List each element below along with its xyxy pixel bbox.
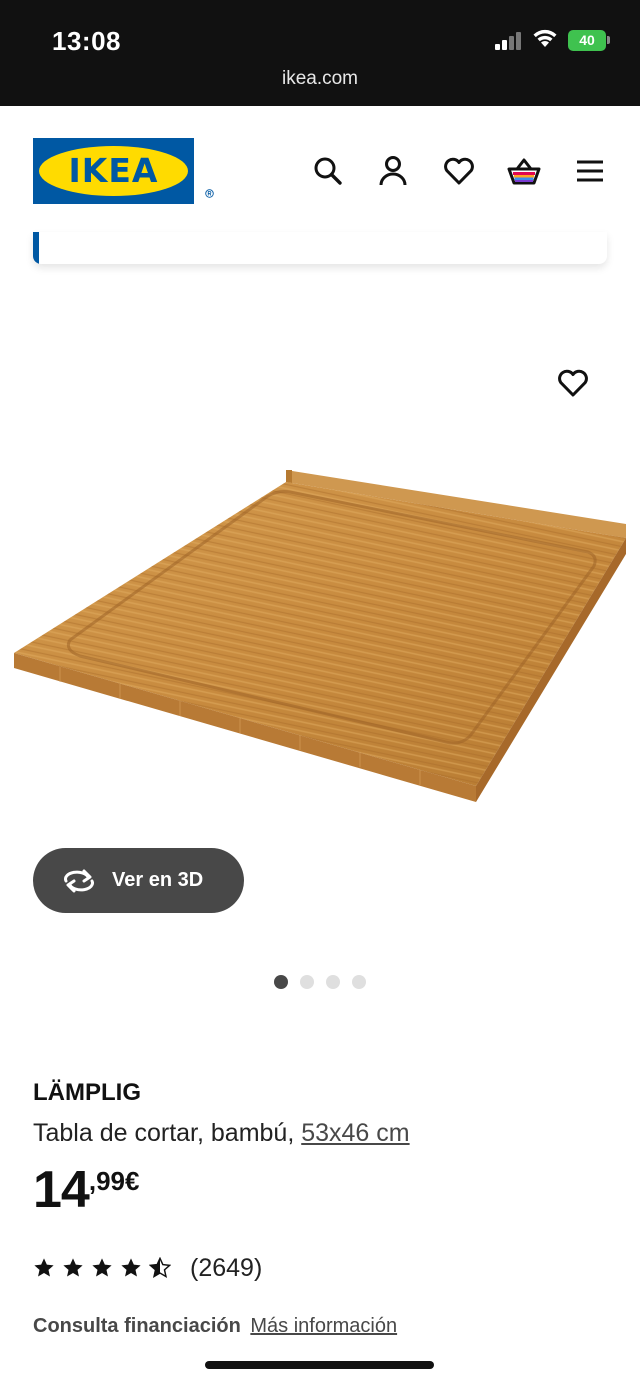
add-to-favorites-icon[interactable] — [556, 366, 590, 400]
carousel-pagination — [274, 975, 366, 989]
star-half-icon — [149, 1257, 171, 1279]
home-indicator[interactable] — [205, 1361, 434, 1369]
cellular-signal-icon — [495, 32, 523, 50]
battery-level: 40 — [579, 32, 595, 48]
product-description: Tabla de cortar, bambú, 53x46 cm — [33, 1119, 410, 1148]
carousel-dot-2[interactable] — [300, 975, 314, 989]
star-full-icon — [63, 1258, 83, 1277]
star-full-icon — [92, 1258, 112, 1277]
ikea-logo[interactable]: IKEA — [33, 138, 214, 204]
product-type: Tabla de cortar, bambú, — [33, 1119, 302, 1147]
view-3d-button[interactable]: Ver en 3D — [33, 848, 244, 913]
carousel-dot-3[interactable] — [326, 975, 340, 989]
price-decimal: ,99€ — [88, 1166, 140, 1196]
review-count: (2649) — [190, 1253, 263, 1282]
status-bar: 13:08 40 ikea.com — [0, 0, 640, 106]
carousel-dot-4[interactable] — [352, 975, 366, 989]
star-full-icon — [34, 1258, 54, 1277]
search-icon[interactable] — [311, 154, 345, 188]
logo-text: IKEA — [68, 151, 159, 190]
url-bar[interactable]: ikea.com — [0, 68, 640, 90]
notice-accent-bar — [33, 232, 39, 264]
site-header: IKEA — [0, 106, 640, 236]
product-price: 14,99€ — [33, 1160, 139, 1220]
battery-icon: 40 — [568, 30, 606, 51]
wifi-icon — [533, 29, 557, 47]
star-full-icon — [121, 1258, 141, 1277]
registered-mark-icon — [205, 189, 214, 198]
carousel-dot-1[interactable] — [274, 975, 288, 989]
product-name: LÄMPLIG — [33, 1079, 141, 1106]
product-size-link[interactable]: 53x46 cm — [301, 1119, 409, 1147]
product-rating[interactable]: (2649) — [33, 1253, 262, 1283]
product-image[interactable] — [0, 440, 640, 860]
cart-icon[interactable] — [507, 154, 541, 188]
menu-icon[interactable] — [573, 154, 607, 188]
price-integer: 14 — [33, 1161, 90, 1219]
financing-more-info-link[interactable]: Más información — [250, 1315, 397, 1337]
battery-tip — [607, 36, 610, 44]
financing-row: Consulta financiación Más información — [33, 1315, 397, 1338]
financing-label: Consulta financiación — [33, 1315, 241, 1337]
rotate-3d-icon — [64, 869, 94, 892]
account-icon[interactable] — [376, 154, 410, 188]
view-3d-label: Ver en 3D — [112, 869, 204, 891]
notice-card — [33, 232, 607, 264]
status-time: 13:08 — [52, 26, 121, 56]
favorites-icon[interactable] — [442, 154, 476, 188]
